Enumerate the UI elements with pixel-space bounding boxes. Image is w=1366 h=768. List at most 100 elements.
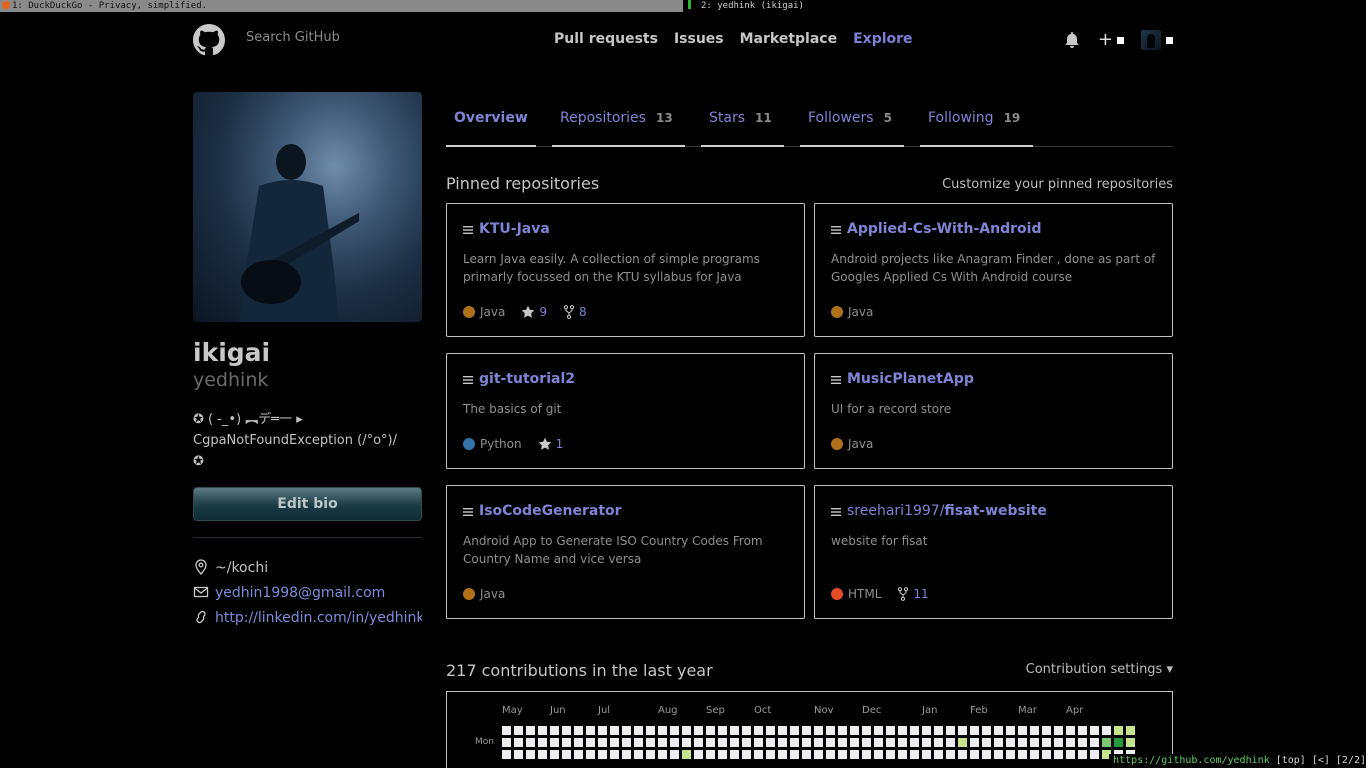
contribution-day-cell[interactable] (898, 750, 907, 759)
repo-forks-link[interactable]: 8 (563, 305, 587, 319)
contribution-day-cell[interactable] (1114, 738, 1123, 747)
repo-title-link[interactable]: KTU-Java (479, 221, 550, 237)
contribution-day-cell[interactable] (1018, 726, 1027, 735)
repo-title-link[interactable]: IsoCodeGenerator (479, 503, 622, 519)
contribution-day-cell[interactable] (802, 738, 811, 747)
contribution-day-cell[interactable] (850, 750, 859, 759)
contribution-day-cell[interactable] (634, 738, 643, 747)
contribution-day-cell[interactable] (766, 726, 775, 735)
contribution-day-cell[interactable] (658, 750, 667, 759)
contribution-day-cell[interactable] (658, 726, 667, 735)
contribution-day-cell[interactable] (922, 738, 931, 747)
contribution-day-cell[interactable] (682, 738, 691, 747)
contribution-day-cell[interactable] (922, 750, 931, 759)
contribution-day-cell[interactable] (970, 738, 979, 747)
repo-title-link[interactable]: Applied-Cs-With-Android (847, 221, 1041, 237)
contribution-day-cell[interactable] (1090, 726, 1099, 735)
contribution-day-cell[interactable] (562, 738, 571, 747)
website-link[interactable]: http://linkedin.com/in/yedhink (215, 610, 422, 626)
contribution-day-cell[interactable] (778, 738, 787, 747)
contribution-day-cell[interactable] (550, 750, 559, 759)
contribution-day-cell[interactable] (1126, 738, 1135, 747)
contribution-day-cell[interactable] (1030, 750, 1039, 759)
contribution-day-cell[interactable] (706, 726, 715, 735)
contribution-day-cell[interactable] (958, 726, 967, 735)
repo-title-link[interactable]: MusicPlanetApp (847, 371, 974, 387)
tab-overview[interactable]: Overview (446, 101, 536, 147)
contribution-day-cell[interactable] (1030, 738, 1039, 747)
contribution-day-cell[interactable] (574, 726, 583, 735)
contribution-day-cell[interactable] (934, 750, 943, 759)
contribution-day-cell[interactable] (526, 738, 535, 747)
contribution-day-cell[interactable] (646, 726, 655, 735)
contribution-day-cell[interactable] (814, 726, 823, 735)
contribution-day-cell[interactable] (598, 726, 607, 735)
contribution-day-cell[interactable] (838, 726, 847, 735)
customize-pinned-link[interactable]: Customize your pinned repositories (942, 177, 1173, 192)
contribution-day-cell[interactable] (910, 726, 919, 735)
contribution-day-cell[interactable] (670, 738, 679, 747)
contribution-day-cell[interactable] (874, 726, 883, 735)
contribution-day-cell[interactable] (586, 738, 595, 747)
contribution-day-cell[interactable] (622, 726, 631, 735)
contribution-day-cell[interactable] (514, 750, 523, 759)
contribution-day-cell[interactable] (622, 750, 631, 759)
contribution-day-cell[interactable] (538, 726, 547, 735)
dropdown-caret-icon[interactable] (1117, 36, 1124, 44)
contribution-day-cell[interactable] (898, 726, 907, 735)
contribution-day-cell[interactable] (706, 738, 715, 747)
contribution-day-cell[interactable] (1018, 738, 1027, 747)
contribution-day-cell[interactable] (646, 750, 655, 759)
contribution-day-cell[interactable] (802, 750, 811, 759)
contribution-day-cell[interactable] (670, 750, 679, 759)
contribution-day-cell[interactable] (526, 726, 535, 735)
bell-icon[interactable] (1064, 32, 1080, 48)
contribution-day-cell[interactable] (742, 726, 751, 735)
contribution-day-cell[interactable] (886, 738, 895, 747)
nav-issues[interactable]: Issues (674, 31, 724, 47)
contribution-day-cell[interactable] (562, 750, 571, 759)
search-input[interactable]: Search GitHub (246, 30, 340, 45)
contribution-day-cell[interactable] (934, 726, 943, 735)
contribution-day-cell[interactable] (1054, 726, 1063, 735)
contribution-day-cell[interactable] (730, 750, 739, 759)
contribution-day-cell[interactable] (646, 738, 655, 747)
contribution-day-cell[interactable] (970, 726, 979, 735)
contribution-day-cell[interactable] (694, 750, 703, 759)
edit-bio-button[interactable]: Edit bio (193, 487, 422, 521)
contribution-day-cell[interactable] (970, 750, 979, 759)
contribution-day-cell[interactable] (1006, 738, 1015, 747)
contribution-day-cell[interactable] (958, 738, 967, 747)
contribution-day-cell[interactable] (598, 750, 607, 759)
contribution-day-cell[interactable] (790, 750, 799, 759)
contribution-day-cell[interactable] (634, 726, 643, 735)
contribution-day-cell[interactable] (838, 738, 847, 747)
contribution-day-cell[interactable] (718, 738, 727, 747)
contribution-day-cell[interactable] (1078, 750, 1087, 759)
contribution-day-cell[interactable] (598, 738, 607, 747)
contribution-day-cell[interactable] (1126, 726, 1135, 735)
contribution-day-cell[interactable] (778, 750, 787, 759)
contribution-day-cell[interactable] (742, 750, 751, 759)
window-tab-1[interactable]: 1: DuckDuckGo - Privacy, simplified. (0, 0, 683, 12)
contribution-day-cell[interactable] (934, 738, 943, 747)
contribution-day-cell[interactable] (514, 738, 523, 747)
contribution-day-cell[interactable] (994, 726, 1003, 735)
contribution-day-cell[interactable] (1006, 750, 1015, 759)
contribution-day-cell[interactable] (862, 738, 871, 747)
contribution-day-cell[interactable] (946, 750, 955, 759)
contribution-day-cell[interactable] (790, 738, 799, 747)
contribution-day-cell[interactable] (922, 726, 931, 735)
contribution-day-cell[interactable] (1066, 738, 1075, 747)
contribution-day-cell[interactable] (538, 750, 547, 759)
tab-stars[interactable]: Stars 11 (701, 101, 784, 147)
contribution-day-cell[interactable] (862, 726, 871, 735)
contribution-day-cell[interactable] (718, 750, 727, 759)
contribution-day-cell[interactable] (1090, 738, 1099, 747)
plus-icon[interactable]: + (1098, 31, 1113, 49)
contribution-day-cell[interactable] (754, 738, 763, 747)
contribution-day-cell[interactable] (826, 750, 835, 759)
contribution-day-cell[interactable] (874, 750, 883, 759)
nav-pull-requests[interactable]: Pull requests (554, 31, 658, 47)
contribution-day-cell[interactable] (1042, 726, 1051, 735)
